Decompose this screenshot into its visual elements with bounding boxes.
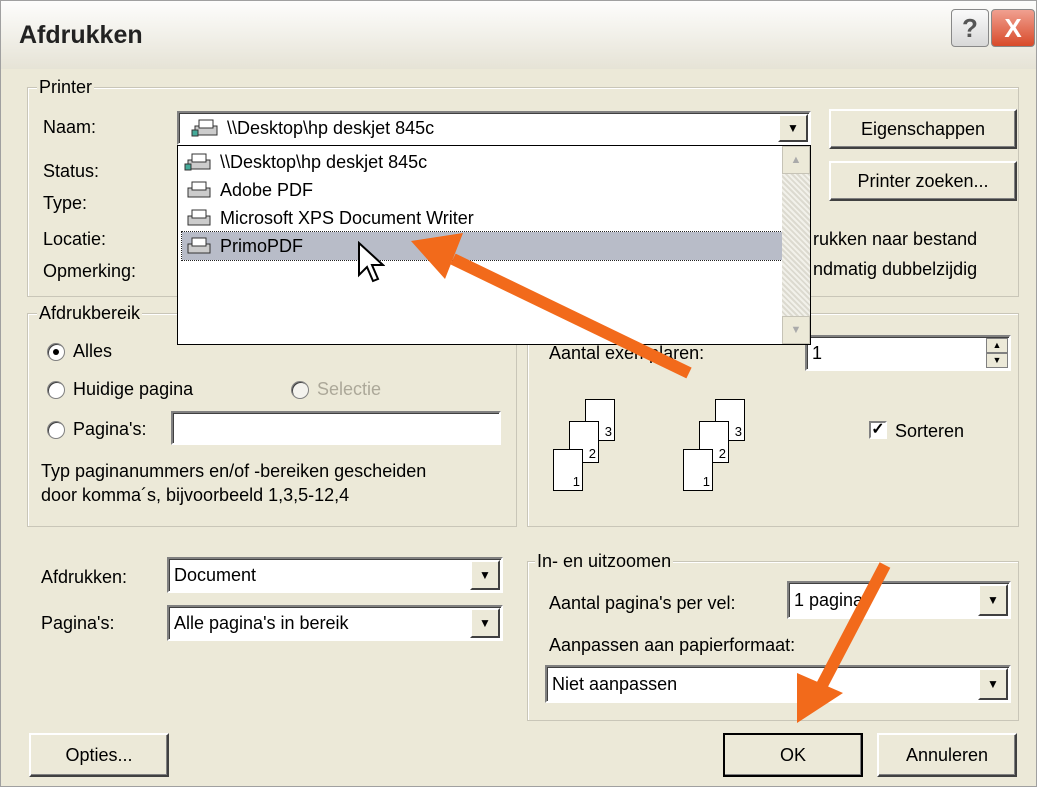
annotation-arrows (411, 233, 891, 723)
arrow-to-ok (813, 562, 891, 694)
arrow-to-primopdf (450, 253, 692, 379)
print-dialog: Afdrukken ? X Printer Naam: \\Desktop\hp… (0, 0, 1037, 787)
